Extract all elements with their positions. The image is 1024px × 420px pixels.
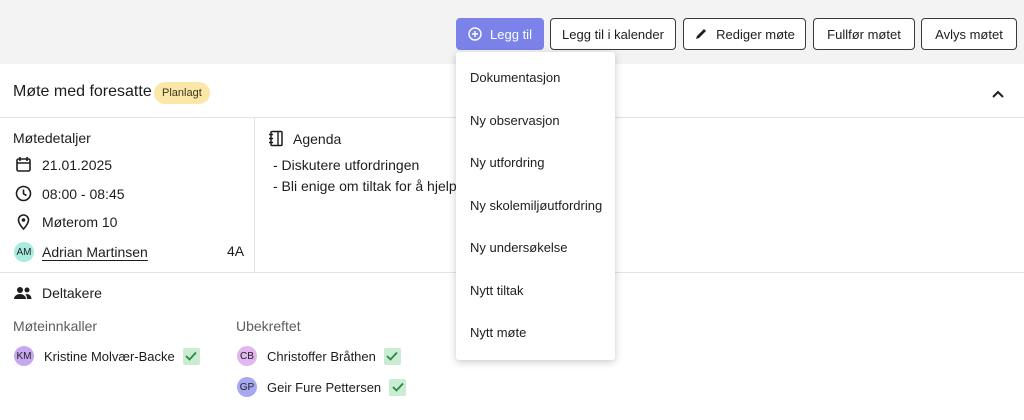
status-badge: Planlagt [154, 82, 210, 104]
meeting-location: Møterom 10 [42, 213, 118, 230]
date-row: 21.01.2025 [15, 156, 112, 173]
complete-meeting-button[interactable]: Fullfør møtet [813, 18, 915, 50]
agenda-heading: Agenda [293, 130, 342, 147]
notebook-icon [269, 130, 283, 147]
meeting-date: 21.01.2025 [42, 156, 113, 173]
add-button-label: Legg til [490, 26, 532, 42]
avatar: CB [237, 346, 257, 366]
edit-meeting-button[interactable]: Rediger møte [683, 18, 806, 50]
avatar: KM [14, 346, 34, 366]
chevron-up-icon[interactable] [990, 86, 1006, 102]
plus-circle-icon [468, 27, 482, 41]
agenda-heading-row: Agenda [268, 130, 341, 147]
add-button[interactable]: Legg til [456, 18, 544, 50]
student-class: 4A [227, 243, 245, 259]
cancel-meeting-label: Avlys møtet [935, 26, 1003, 42]
menu-item-new-survey[interactable]: Ny undersøkelse [470, 240, 568, 255]
add-dropdown-menu: Dokumentasjon Ny observasjon Ny utfordri… [456, 52, 615, 360]
organizer-label: Møteinnkaller [13, 318, 98, 334]
time-row: 08:00 - 08:45 [15, 185, 125, 202]
meeting-title: Møte med foresatte [13, 83, 152, 100]
menu-item-new-observation[interactable]: Ny observasjon [470, 113, 560, 128]
student-link[interactable]: Adrian Martinsen [42, 244, 148, 260]
participants-heading-row: Deltakere [14, 285, 102, 301]
participant-name: Christoffer Bråthen [267, 348, 376, 364]
participant-organizer: KM Kristine Molvær-Backe [14, 346, 200, 366]
menu-item-new-school-environment-challenge[interactable]: Ny skolemiljøutfordring [470, 198, 602, 213]
avatar: AM [14, 242, 34, 262]
participant-unconfirmed: GP Geir Fure Pettersen [237, 377, 407, 397]
menu-item-new-meeting[interactable]: Nytt møte [470, 325, 526, 340]
pencil-icon [696, 29, 707, 39]
menu-item-documentation[interactable]: Dokumentasjon [470, 70, 560, 85]
add-to-calendar-button[interactable]: Legg til i kalender [550, 18, 676, 50]
student-row: AM Adrian Martinsen [14, 242, 148, 262]
participant-name: Geir Fure Pettersen [267, 379, 382, 395]
avatar: GP [237, 377, 257, 397]
people-icon [14, 287, 32, 299]
agenda-item: - Bli enige om tiltak for å hjelpe A [273, 178, 477, 194]
location-row: Møterom 10 [15, 213, 117, 230]
agenda-item: - Diskutere utfordringen [273, 157, 420, 173]
cancel-meeting-button[interactable]: Avlys møtet [921, 18, 1017, 50]
check-icon [383, 347, 401, 365]
calendar-icon [16, 157, 31, 172]
add-to-calendar-label: Legg til i kalender [562, 26, 664, 42]
location-pin-icon [17, 214, 30, 230]
meeting-time: 08:00 - 08:45 [42, 185, 125, 202]
unconfirmed-label: Ubekreftet [236, 318, 301, 334]
check-icon [182, 347, 200, 365]
menu-item-new-measure[interactable]: Nytt tiltak [470, 283, 523, 298]
participants-heading: Deltakere [42, 285, 102, 301]
details-heading: Møtedetaljer [13, 130, 91, 146]
menu-item-new-challenge[interactable]: Ny utfordring [470, 155, 544, 170]
complete-meeting-label: Fullfør møtet [827, 26, 901, 42]
clock-icon [15, 185, 32, 202]
participant-name: Kristine Molvær-Backe [44, 348, 175, 364]
check-icon [389, 378, 407, 396]
edit-meeting-label: Rediger møte [716, 26, 795, 42]
participant-unconfirmed: CB Christoffer Bråthen [237, 346, 401, 366]
